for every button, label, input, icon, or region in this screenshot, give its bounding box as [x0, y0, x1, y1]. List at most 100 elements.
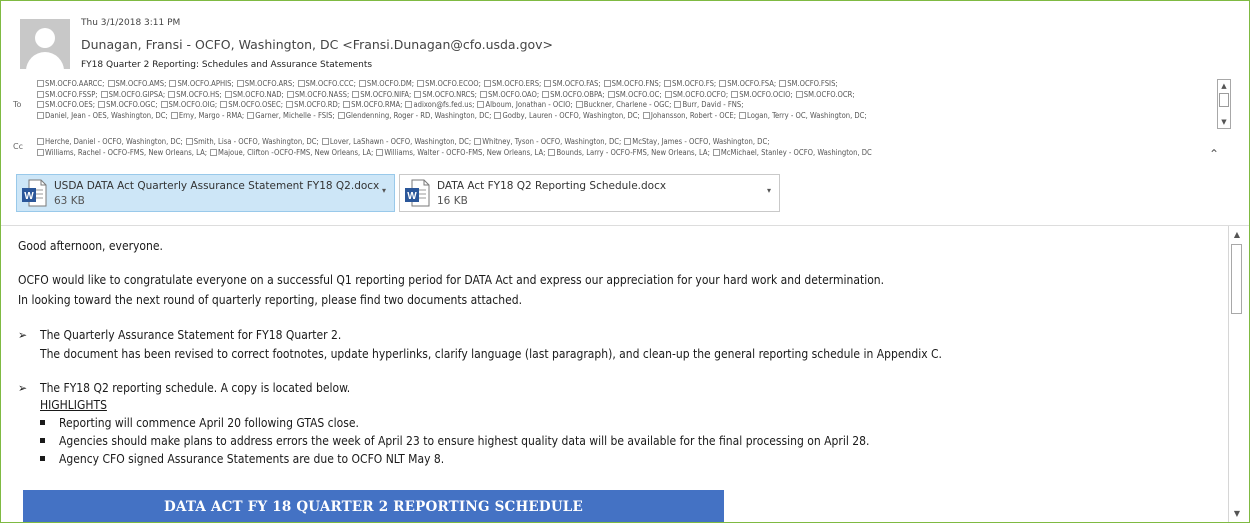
recipient-name[interactable]: SM.OCFO.NIFA; [360, 90, 411, 99]
recipient-name[interactable]: SM.OCFO.HS; [176, 90, 222, 99]
recipient-name[interactable]: Godby, Lauren - OCFO, Washington, DC; [502, 111, 639, 120]
recipient-name[interactable]: SM.OCFO.ECOO; [425, 79, 481, 88]
recipient-name[interactable]: Bounds, Larry - OCFO-FMS, New Orleans, L… [556, 148, 709, 157]
recipient-name[interactable]: SM.OCFO.DM; [367, 79, 414, 88]
scroll-up-icon[interactable]: ▲ [1218, 80, 1230, 92]
recipient-name[interactable]: SM.OCFO.OC; [616, 90, 662, 99]
recipient-checkbox-icon[interactable] [664, 90, 672, 98]
recipient-checkbox-icon[interactable] [37, 111, 44, 119]
recipient-checkbox-icon[interactable] [224, 90, 232, 98]
recipient-name[interactable]: SM.OCFO.FAS; [552, 79, 600, 88]
recipient-checkbox-icon[interactable] [544, 80, 552, 87]
recipient-checkbox-icon[interactable] [548, 148, 556, 156]
recipient-name[interactable]: SM.OCFO.OSEC; [228, 100, 283, 109]
recipient-checkbox-icon[interactable] [107, 80, 115, 87]
recipient-name[interactable]: SM.OCFO.NAD; [233, 90, 284, 99]
recipient-checkbox-icon[interactable] [170, 111, 178, 119]
recipient-name[interactable]: SM.OCFO.ERS; [492, 79, 541, 88]
recipient-name[interactable]: Johansson, Robert - OCE; [651, 111, 736, 120]
recipient-checkbox-icon[interactable] [477, 101, 485, 108]
recipient-name[interactable]: SM.OCFO.FSIS; [787, 79, 838, 88]
message-body[interactable]: Good afternoon, everyone. OCFO would lik… [18, 233, 1213, 522]
recipient-checkbox-icon[interactable] [795, 90, 803, 98]
recipient-checkbox-icon[interactable] [479, 90, 487, 98]
chevron-down-icon[interactable]: ▾ [382, 186, 386, 195]
recipient-checkbox-icon[interactable] [169, 80, 177, 87]
body-scrollbar[interactable]: ▲ ▼ [1228, 226, 1244, 522]
recipient-checkbox-icon[interactable] [343, 101, 351, 108]
recipient-name[interactable]: Buckner, Charlene - OGC; [584, 100, 672, 109]
recipient-name[interactable]: SM.OCFO.NRCS; [422, 90, 477, 99]
recipient-checkbox-icon[interactable] [220, 101, 228, 108]
sender[interactable]: Dunagan, Fransi - OCFO, Washington, DC <… [81, 37, 553, 52]
recipient-name[interactable]: Smith, Lisa - OCFO, Washington, DC; [194, 137, 319, 146]
recipient-name[interactable]: Logan, Terry - OC, Washington, DC; [747, 111, 867, 120]
recipient-name[interactable]: SM.OCFO.FSA; [727, 79, 776, 88]
recipient-name[interactable]: SM.OCFO.OES; [45, 100, 95, 109]
chevron-down-icon[interactable]: ▾ [767, 186, 771, 195]
recipient-checkbox-icon[interactable] [642, 111, 650, 119]
recipient-name[interactable]: SM.OCFO.OCFO; [673, 90, 728, 99]
recipient-name[interactable]: Erny, Margo - RMA; [179, 111, 244, 120]
recipient-checkbox-icon[interactable] [168, 90, 176, 98]
recipient-checkbox-icon[interactable] [337, 111, 345, 119]
recipient-checkbox-icon[interactable] [160, 101, 168, 108]
recipient-checkbox-icon[interactable] [607, 90, 615, 98]
recipient-name[interactable]: Glendenning, Roger - RD, Washington, DC; [346, 111, 492, 120]
recipient-name[interactable]: SM.OCFO.RD; [294, 100, 340, 109]
scroll-thumb[interactable] [1219, 93, 1229, 107]
recipient-checkbox-icon[interactable] [352, 90, 360, 98]
attachment-assurance-statement[interactable]: W USDA DATA Act Quarterly Assurance Stat… [16, 174, 395, 212]
scroll-thumb[interactable] [1231, 244, 1242, 314]
recipient-checkbox-icon[interactable] [286, 90, 294, 98]
recipient-checkbox-icon[interactable] [37, 90, 44, 98]
recipient-checkbox-icon[interactable] [664, 80, 672, 87]
recipient-checkbox-icon[interactable] [358, 80, 366, 87]
recipient-name[interactable]: SM.OCFO.OIG; [169, 100, 218, 109]
recipients-scrollbar[interactable]: ▲ ▼ [1217, 79, 1231, 129]
recipient-name[interactable]: McMichael, Stanley - OCFO, Washington, D… [721, 148, 872, 157]
recipient-checkbox-icon[interactable] [575, 101, 583, 108]
recipient-checkbox-icon[interactable] [100, 90, 108, 98]
recipient-name[interactable]: Lover, LaShawn - OCFO, Washington, DC; [330, 137, 471, 146]
recipient-checkbox-icon[interactable] [731, 90, 739, 98]
scroll-down-icon[interactable]: ▼ [1218, 116, 1230, 128]
recipient-checkbox-icon[interactable] [712, 148, 720, 156]
recipient-name[interactable]: SM.OCFO.APHIS; [177, 79, 233, 88]
recipient-checkbox-icon[interactable] [542, 90, 550, 98]
scroll-up-icon[interactable]: ▲ [1231, 229, 1243, 241]
recipient-checkbox-icon[interactable] [247, 111, 255, 119]
recipient-name[interactable]: McStay, James - OCFO, Washington, DC; [632, 137, 769, 146]
recipient-name[interactable]: SM.OCFO.OAO; [488, 90, 539, 99]
recipient-checkbox-icon[interactable] [236, 80, 244, 87]
recipient-checkbox-icon[interactable] [483, 80, 491, 87]
recipient-name[interactable]: SM.OCFO.FNS; [612, 79, 661, 88]
recipient-checkbox-icon[interactable] [37, 101, 44, 108]
recipient-name[interactable]: Herche, Daniel - OCFO, Washington, DC; [45, 137, 183, 146]
recipient-name[interactable]: Garner, Michelle - FSIS; [255, 111, 335, 120]
recipient-name[interactable]: Williams, Rachel - OCFO-FMS, New Orleans… [45, 148, 207, 157]
recipient-checkbox-icon[interactable] [674, 101, 682, 108]
recipient-checkbox-icon[interactable] [779, 80, 787, 87]
attachment-reporting-schedule[interactable]: W DATA Act FY18 Q2 Reporting Schedule.do… [399, 174, 780, 212]
recipient-name[interactable]: Majoue, Clifton -OCFO-FMS, New Orleans, … [218, 148, 373, 157]
recipient-checkbox-icon[interactable] [37, 80, 44, 87]
recipient-name[interactable]: Burr, David - FNS; [682, 100, 743, 109]
recipient-checkbox-icon[interactable] [98, 101, 106, 108]
recipient-name[interactable]: Daniel, Jean - OES, Washington, DC; [45, 111, 168, 120]
recipient-checkbox-icon[interactable] [719, 80, 727, 87]
recipient-checkbox-icon[interactable] [185, 138, 193, 145]
scroll-down-icon[interactable]: ▼ [1231, 508, 1243, 520]
recipient-name[interactable]: SM.OCFO.ARS; [245, 79, 295, 88]
recipient-checkbox-icon[interactable] [210, 148, 218, 156]
recipient-checkbox-icon[interactable] [603, 80, 611, 87]
recipient-checkbox-icon[interactable] [739, 111, 747, 119]
recipient-checkbox-icon[interactable] [624, 138, 632, 145]
recipient-name[interactable]: SM.OCFO.NASS; [295, 90, 349, 99]
recipient-name[interactable]: SM.OCFO.FSSP; [45, 90, 98, 99]
recipient-name[interactable]: SM.OCFO.AMS; [116, 79, 167, 88]
recipient-name[interactable]: SM.OCFO.OCR; [804, 90, 855, 99]
recipient-checkbox-icon[interactable] [474, 138, 482, 145]
recipient-name[interactable]: SM.OCFO.FS; [672, 79, 716, 88]
recipient-checkbox-icon[interactable] [376, 148, 384, 156]
